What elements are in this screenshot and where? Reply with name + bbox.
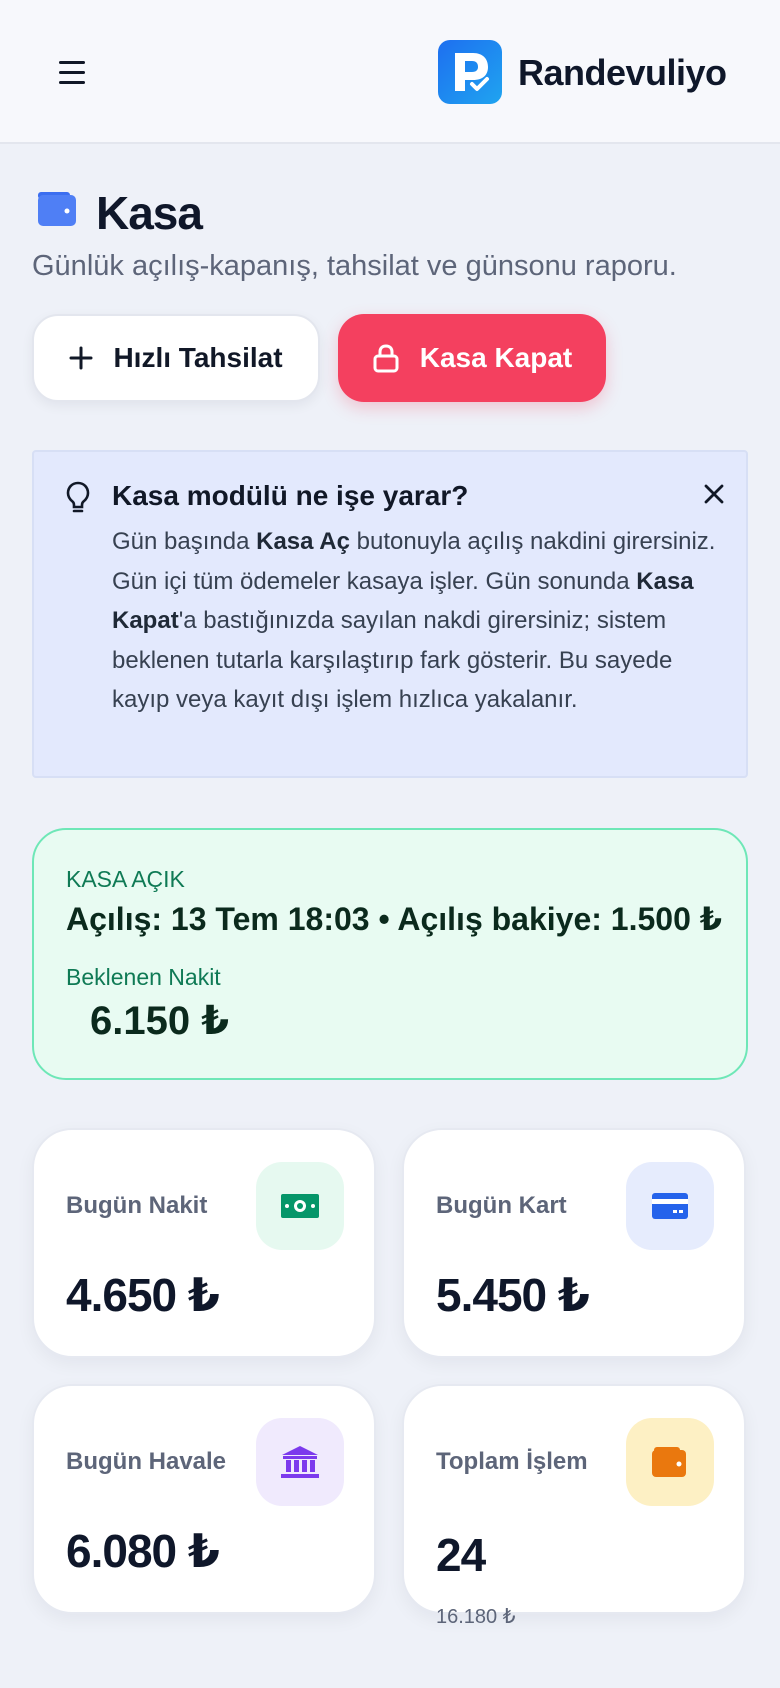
stat-label: Bugün Havale (66, 1448, 227, 1475)
stat-card-card: Bugün Kart 5.450 ₺ (402, 1128, 746, 1358)
expected-cash-label: Beklenen Nakit (66, 964, 221, 990)
stat-value: 6.080 ₺ (66, 1525, 220, 1577)
stat-card-total: Toplam İşlem 24 16.180 ₺ (402, 1384, 746, 1628)
quick-payment-button[interactable]: Hızlı Tahsilat (32, 314, 320, 402)
status-badge: KASA AÇIK (66, 866, 185, 892)
lock-icon (373, 344, 399, 373)
stat-card-cash: Bugün Nakit 4.650 ₺ (32, 1128, 376, 1358)
stat-subvalue: 16.180 ₺ (436, 1606, 516, 1628)
stat-card-transfer: Bugün Havale 6.080 ₺ (32, 1384, 376, 1614)
register-status-panel: KASA AÇIK Açılış: 13 Tem 18:03 • Açılış … (32, 828, 748, 1080)
quick-payment-label: Hızlı Tahsilat (113, 342, 283, 373)
plus-icon (69, 346, 93, 370)
expected-cash-value: 6.150 ₺ (90, 999, 230, 1043)
hamburger-menu-icon[interactable] (52, 52, 92, 92)
randevuliyo-logo[interactable] (438, 40, 502, 104)
brand-name[interactable]: Randevuliyo (518, 48, 727, 98)
close-register-label: Kasa Kapat (419, 342, 573, 373)
opening-info: Açılış: 13 Tem 18:03 • Açılış bakiye: 1.… (66, 901, 723, 937)
stat-value: 5.450 ₺ (436, 1269, 590, 1321)
page-subtitle: Günlük açılış-kapanış, tahsilat ve günso… (32, 250, 677, 282)
stat-value: 4.650 ₺ (66, 1269, 220, 1321)
close-register-button[interactable]: Kasa Kapat (338, 314, 606, 402)
info-body: Gün başında Kasa Aç butonuyla açılış nak… (112, 528, 716, 713)
close-icon[interactable] (694, 474, 734, 514)
wallet-icon (38, 192, 76, 226)
stat-label: Bugün Nakit (66, 1192, 208, 1219)
info-panel: Kasa modülü ne işe yarar? Gün başında Ka… (32, 450, 748, 778)
top-bar: Randevuliyo (0, 0, 780, 144)
credit-card-icon (626, 1162, 714, 1250)
stat-label: Toplam İşlem (436, 1448, 588, 1475)
wallet-icon (626, 1418, 714, 1506)
page-title: Kasa (96, 187, 203, 239)
cash-icon (256, 1162, 344, 1250)
info-title: Kasa modülü ne işe yarar? (112, 480, 469, 511)
stat-value: 24 (436, 1529, 486, 1581)
lightbulb-icon (64, 480, 92, 516)
stat-label: Bugün Kart (436, 1192, 567, 1219)
info-bold-open-register: Kasa Aç (256, 528, 350, 555)
bank-icon (256, 1418, 344, 1506)
